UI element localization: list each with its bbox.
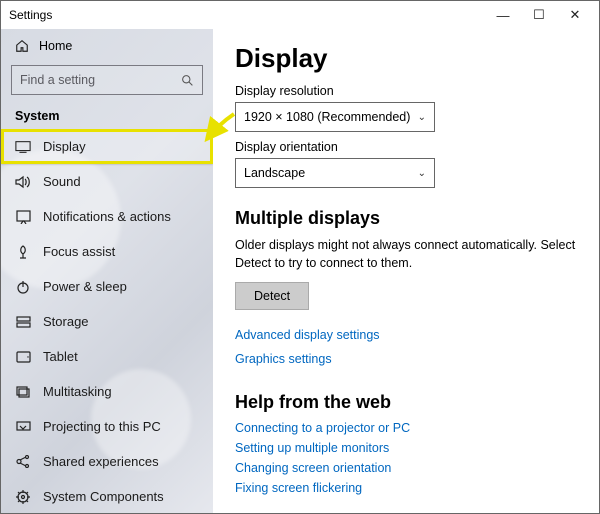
shared-icon [15, 455, 31, 468]
multiple-displays-text: Older displays might not always connect … [235, 237, 577, 272]
highlight-box [1, 129, 213, 164]
search-input[interactable]: Find a setting [11, 65, 203, 95]
nav-list: Display Sound Notifications & actions Fo… [1, 129, 213, 513]
nav-shared[interactable]: Shared experiences [1, 444, 213, 479]
orientation-select[interactable]: Landscape ⌄ [235, 158, 435, 188]
orientation-label: Display orientation [235, 140, 577, 154]
storage-icon [15, 316, 31, 328]
settings-window: Settings — ☐ ✕ Home Find a setting Syste… [0, 0, 600, 514]
focus-icon [15, 245, 31, 259]
page-title: Display [235, 43, 577, 74]
projecting-icon [15, 421, 31, 433]
close-button[interactable]: ✕ [557, 7, 593, 23]
nav-power[interactable]: Power & sleep [1, 269, 213, 304]
detect-button[interactable]: Detect [235, 282, 309, 310]
nav-label: Display [43, 139, 86, 154]
nav-components[interactable]: System Components [1, 479, 213, 513]
nav-label: Shared experiences [43, 454, 159, 469]
nav-label: Focus assist [43, 244, 115, 259]
help-link[interactable]: Setting up multiple monitors [235, 441, 577, 455]
nav-storage[interactable]: Storage [1, 304, 213, 339]
nav-label: Tablet [43, 349, 78, 364]
home-icon [15, 39, 29, 53]
resolution-select[interactable]: 1920 × 1080 (Recommended) ⌄ [235, 102, 435, 132]
help-link[interactable]: Fixing screen flickering [235, 481, 577, 495]
nav-tablet[interactable]: Tablet [1, 339, 213, 374]
home-label: Home [39, 39, 72, 53]
components-icon [15, 490, 31, 504]
resolution-label: Display resolution [235, 84, 577, 98]
nav-focus[interactable]: Focus assist [1, 234, 213, 269]
chevron-down-icon: ⌄ [418, 168, 426, 179]
nav-notifications[interactable]: Notifications & actions [1, 199, 213, 234]
window-title: Settings [9, 8, 52, 22]
multiple-displays-heading: Multiple displays [235, 208, 577, 229]
minimize-button[interactable]: — [485, 8, 521, 23]
help-heading: Help from the web [235, 392, 577, 413]
maximize-button[interactable]: ☐ [521, 7, 557, 23]
nav-label: System Components [43, 489, 164, 504]
nav-label: Power & sleep [43, 279, 127, 294]
help-link[interactable]: Changing screen orientation [235, 461, 577, 475]
nav-display[interactable]: Display [1, 129, 213, 164]
resolution-value: 1920 × 1080 (Recommended) [244, 110, 410, 124]
display-icon [15, 140, 31, 154]
home-nav[interactable]: Home [1, 29, 213, 59]
nav-projecting[interactable]: Projecting to this PC [1, 409, 213, 444]
multitask-icon [15, 386, 31, 398]
nav-multitask[interactable]: Multitasking [1, 374, 213, 409]
nav-sound[interactable]: Sound [1, 164, 213, 199]
nav-label: Projecting to this PC [43, 419, 161, 434]
nav-label: Storage [43, 314, 89, 329]
tablet-icon [15, 351, 31, 363]
power-icon [15, 280, 31, 294]
orientation-value: Landscape [244, 166, 305, 180]
chevron-down-icon: ⌄ [418, 112, 426, 123]
nav-label: Multitasking [43, 384, 112, 399]
sound-icon [15, 175, 31, 189]
search-placeholder: Find a setting [20, 73, 181, 87]
titlebar: Settings — ☐ ✕ [1, 1, 599, 29]
notifications-icon [15, 210, 31, 224]
graphics-settings-link[interactable]: Graphics settings [235, 352, 577, 366]
sidebar: Home Find a setting System Display Sound [1, 29, 213, 513]
nav-label: Sound [43, 174, 81, 189]
advanced-display-link[interactable]: Advanced display settings [235, 328, 577, 342]
section-label: System [1, 105, 213, 129]
nav-label: Notifications & actions [43, 209, 171, 224]
help-link[interactable]: Connecting to a projector or PC [235, 421, 577, 435]
search-icon [181, 74, 194, 87]
main-content: Display Display resolution 1920 × 1080 (… [213, 29, 599, 513]
